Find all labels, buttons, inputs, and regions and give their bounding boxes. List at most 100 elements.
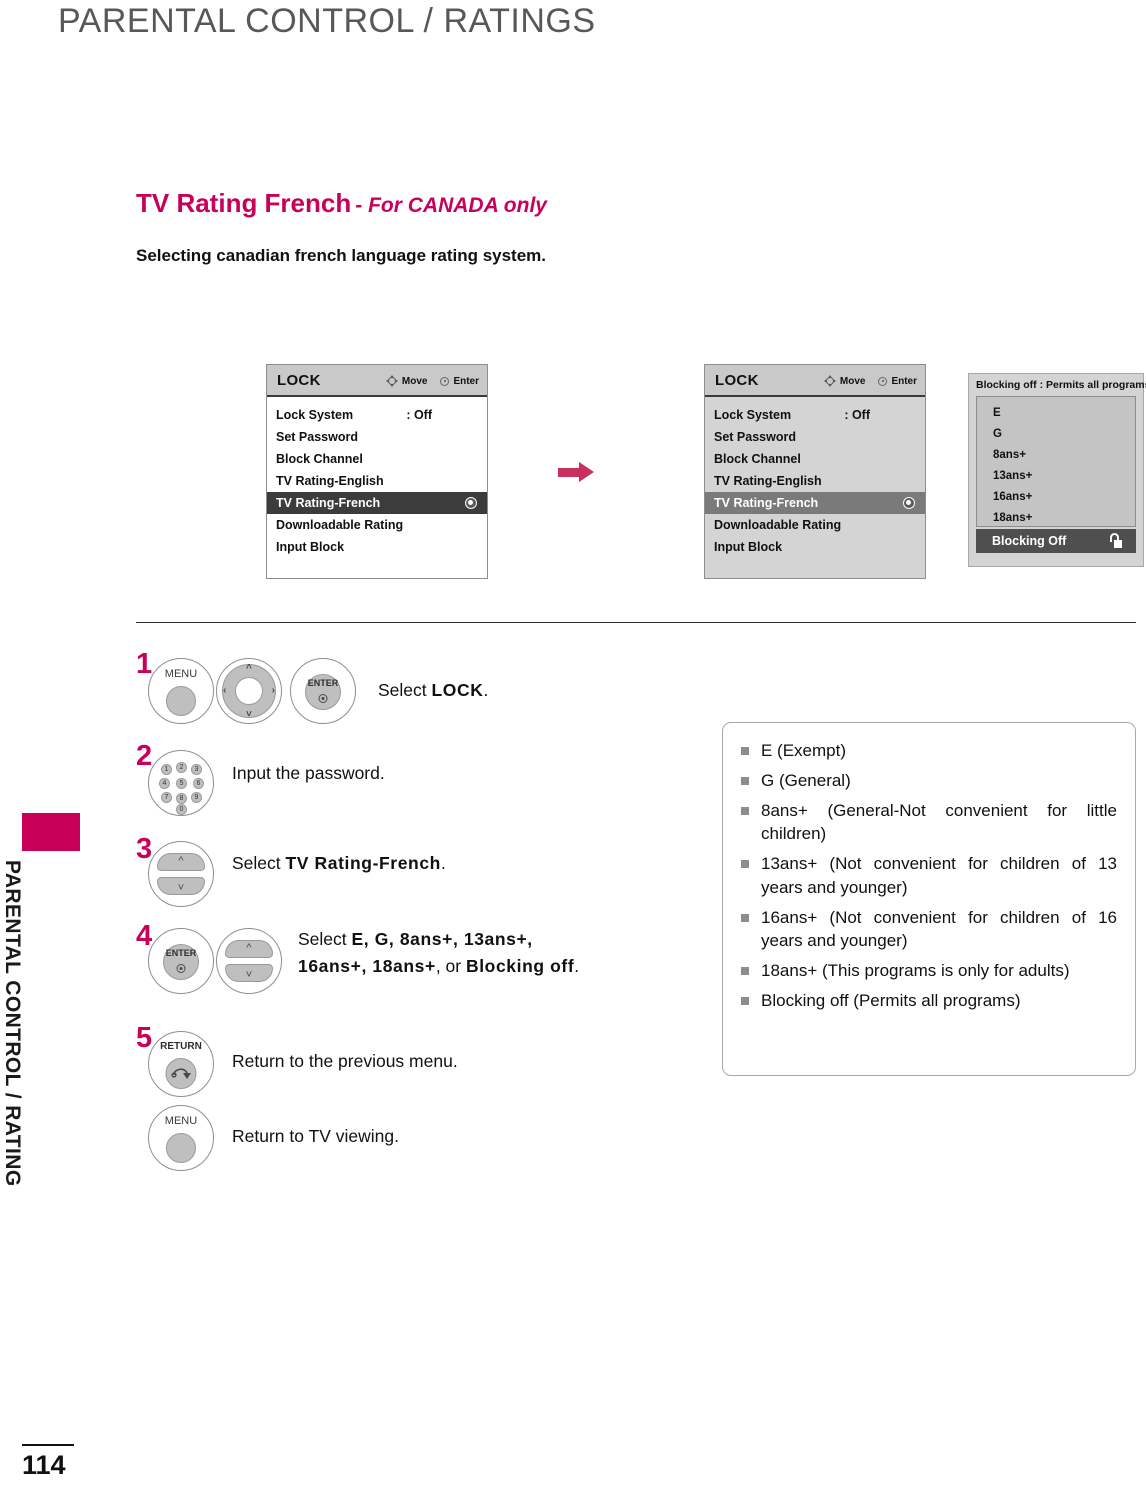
rating-option[interactable]: 18ans+ — [993, 508, 1135, 529]
osd-row[interactable]: Lock System : Off — [705, 404, 925, 426]
menu-button-label: MENU — [164, 1115, 198, 1127]
osd-row[interactable]: Set Password — [705, 426, 925, 448]
osd-row[interactable]: Lock System : Off — [267, 404, 487, 426]
section-divider — [136, 622, 1136, 623]
keypad-key-0[interactable]: 0 — [176, 804, 187, 815]
rating-option[interactable]: 13ans+ — [993, 466, 1135, 487]
step-4-text-line2: 16ans+, 18ans+, or Blocking off. — [298, 956, 579, 977]
info-list-item: 8ans+ (General-Not convenient for little… — [739, 799, 1117, 845]
osd-panel-before: LOCK Move Enter Lock System : Off Set Pas… — [266, 364, 488, 579]
osd-row-label: Block Channel — [714, 452, 801, 466]
rocker-up-icon: ^ — [178, 855, 184, 867]
keypad-key-9[interactable]: 9 — [191, 792, 202, 803]
rating-option[interactable]: G — [993, 424, 1135, 445]
osd-row[interactable]: Block Channel — [705, 448, 925, 470]
osd-row[interactable]: Downloadable Rating — [705, 514, 925, 536]
return-button-label: RETURN — [160, 1041, 202, 1052]
keypad-key-3[interactable]: 3 — [191, 764, 202, 775]
step-3-text-bold: TV Rating-French — [285, 853, 441, 873]
step-number-1: 1 — [136, 648, 153, 680]
number-keypad[interactable]: 1 2 3 4 5 6 7 8 9 0 — [148, 750, 214, 816]
menu-button[interactable]: MENU — [148, 1105, 214, 1171]
page-number-rule — [22, 1444, 74, 1446]
keypad-key-2[interactable]: 2 — [176, 762, 187, 773]
blocking-off-selected-bar[interactable]: Blocking Off — [976, 529, 1136, 553]
keypad-key-7[interactable]: 7 — [161, 792, 172, 803]
up-down-rocker[interactable]: ^ ˅ — [216, 928, 282, 994]
osd-title: LOCK — [715, 371, 759, 389]
osd-row-selected[interactable]: TV Rating-French — [267, 492, 487, 514]
osd-row-value: : Off — [844, 408, 870, 422]
rating-option[interactable]: E — [993, 403, 1135, 424]
enter-hint: Enter — [440, 376, 479, 387]
rocker-down-icon: ˅ — [245, 969, 253, 981]
return-button[interactable]: RETURN — [148, 1031, 214, 1097]
osd-row-label: Downloadable Rating — [714, 518, 842, 532]
move-hint: Move — [386, 375, 427, 387]
osd-header: LOCK Move Enter — [267, 365, 487, 397]
step-5-text: Return to the previous menu. — [232, 1051, 458, 1071]
osd-row-label: Lock System — [714, 408, 792, 422]
keypad-key-5[interactable]: 5 — [176, 778, 187, 789]
unlocked-padlock-icon — [1109, 533, 1122, 548]
osd-row-label: Downloadable Rating — [276, 518, 404, 532]
enter-button[interactable]: ENTER — [148, 928, 214, 994]
up-down-rocker[interactable]: ^ ˅ — [148, 841, 214, 907]
navigation-wheel[interactable]: ^ ˅ ‹ › — [216, 658, 282, 724]
info-list-item: E (Exempt) — [739, 739, 1117, 762]
section-subtitle: Selecting canadian french language ratin… — [136, 246, 547, 265]
keypad-key-8[interactable]: 8 — [176, 793, 187, 804]
wheel-up-icon[interactable]: ^ — [246, 663, 252, 674]
rating-option[interactable]: 8ans+ — [993, 445, 1135, 466]
osd-hints: Move Enter — [386, 365, 479, 397]
step-4-text-line1: Select E, G, 8ans+, 13ans+, — [298, 929, 533, 950]
wheel-down-icon[interactable]: ˅ — [246, 709, 252, 720]
osd-row-label: Lock System — [276, 408, 354, 422]
sidebar-tab — [22, 813, 80, 851]
info-list-item: G (General) — [739, 769, 1117, 792]
osd-row-label: TV Rating-French — [276, 496, 381, 510]
menu-button-label: MENU — [164, 668, 198, 680]
enter-button-label: ENTER — [307, 678, 339, 688]
osd-row-label: TV Rating-French — [714, 496, 819, 510]
wheel-right-icon[interactable]: › — [272, 685, 275, 696]
menu-button[interactable]: MENU — [148, 658, 214, 724]
enter-dot-icon — [176, 964, 186, 973]
step-6-text: Return to TV viewing. — [232, 1126, 399, 1146]
step-4-bold-2: 16ans+, 18ans+ — [298, 956, 436, 976]
osd-panel-after: LOCK Move Enter Lock System : Off Set Pas… — [704, 364, 926, 579]
page-number: 114 — [22, 1450, 66, 1480]
osd-row[interactable]: TV Rating-English — [267, 470, 487, 492]
step-2-text: Input the password. — [232, 763, 385, 783]
osd-row[interactable]: Block Channel — [267, 448, 487, 470]
enter-dot-icon — [318, 694, 328, 703]
wheel-left-icon[interactable]: ‹ — [223, 685, 226, 696]
rating-option[interactable]: 16ans+ — [993, 487, 1135, 508]
step-3-text: Select TV Rating-French. — [232, 853, 446, 874]
step-number-5: 5 — [136, 1022, 153, 1054]
osd-row[interactable]: Set Password — [267, 426, 487, 448]
osd-row[interactable]: Input Block — [267, 536, 487, 558]
osd-row[interactable]: TV Rating-English — [705, 470, 925, 492]
enter-button[interactable]: ENTER — [290, 658, 356, 724]
keypad-key-6[interactable]: 6 — [193, 778, 204, 789]
osd-row[interactable]: Input Block — [705, 536, 925, 558]
step-1-text-suffix: . — [483, 680, 489, 700]
keypad-key-4[interactable]: 4 — [159, 778, 170, 789]
osd-row[interactable]: Downloadable Rating — [267, 514, 487, 536]
keypad-key-1[interactable]: 1 — [161, 764, 172, 775]
osd-row-value: : Off — [406, 408, 432, 422]
menu-button-knob — [166, 1133, 196, 1163]
dpad-icon — [824, 375, 837, 387]
enter-hint-label: Enter — [453, 375, 479, 387]
step-4-mid: , or — [435, 956, 466, 976]
enter-dot-icon — [440, 376, 450, 386]
osd-header: LOCK Move Enter — [705, 365, 925, 397]
info-list-item: 13ans+ (Not convenient for children of 1… — [739, 852, 1117, 898]
menu-button-knob — [166, 686, 196, 716]
osd-row-selected[interactable]: TV Rating-French — [705, 492, 925, 514]
selected-bullet-icon — [465, 497, 477, 509]
step-number-3: 3 — [136, 833, 153, 865]
selected-bullet-icon — [903, 497, 915, 509]
step-4-prefix: Select — [298, 929, 352, 949]
